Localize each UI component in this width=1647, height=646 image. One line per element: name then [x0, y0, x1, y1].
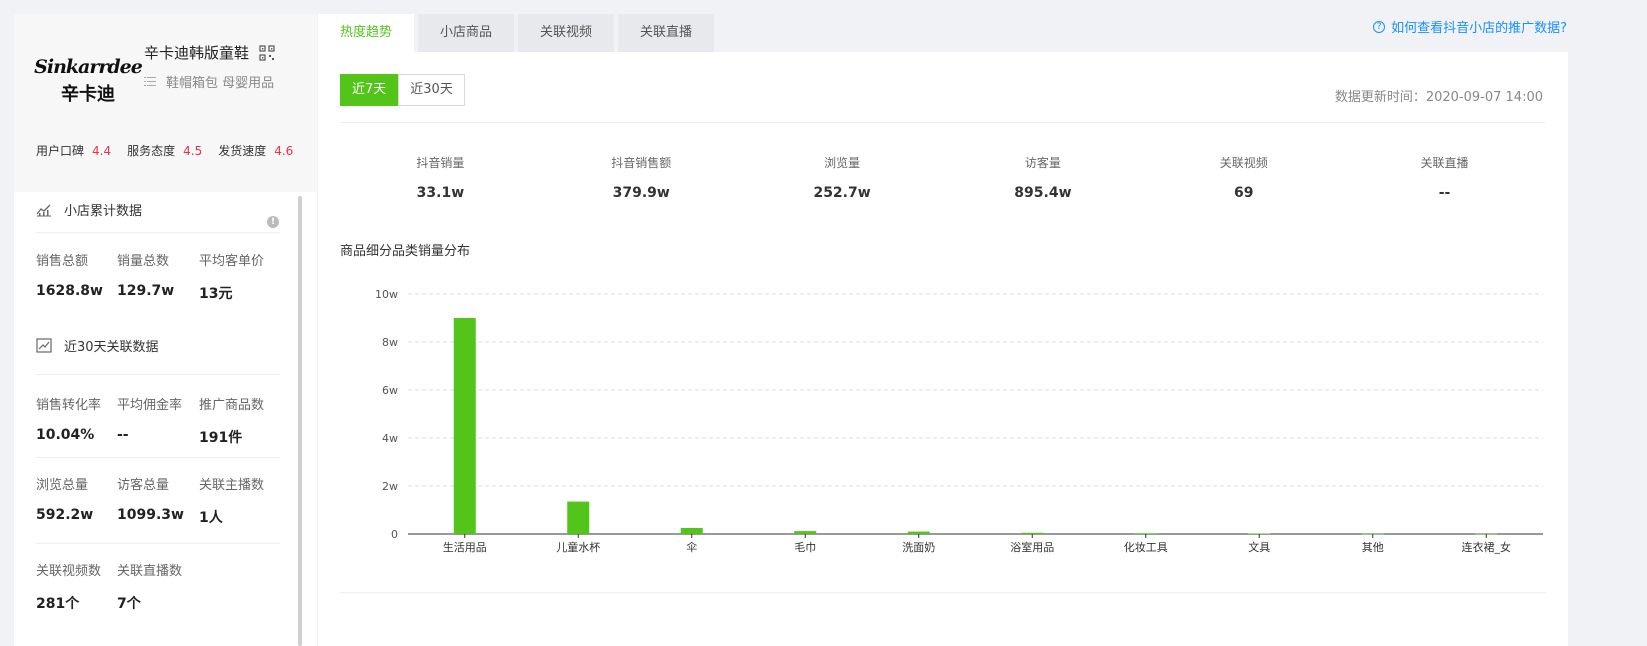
x-tick-label: 化妆工具 — [1124, 540, 1168, 554]
bar[interactable] — [680, 528, 703, 534]
metric-total-views: 浏览总量 592.2w — [36, 478, 94, 523]
metric-videos: 关联视频数 281个 — [36, 564, 102, 612]
category-bar-chart: 0 2w 4w 6w 8w 10w 生活用品 儿童水杯 伞 毛巾 洗面奶 浴室用品 化妆工具 文具 其他 连衣… — [375, 288, 1543, 554]
x-tick-label: 连衣裙_女 — [1462, 540, 1512, 554]
help-link[interactable]: ? 如何查看抖音小店的推广数据? — [1373, 17, 1567, 36]
cumulative-section-title: 小店累计数据 — [36, 200, 142, 219]
trend-box-icon — [36, 338, 52, 353]
x-tick-label: 生活用品 — [443, 540, 487, 554]
sidebar-scrollbar[interactable] — [298, 196, 302, 646]
metric-total-visitors: 访客总量 1099.3w — [117, 478, 184, 523]
y-tick-label: 2w — [382, 480, 398, 493]
tab-trend[interactable]: 热度趋势 — [318, 14, 415, 52]
cumulative-title-text: 小店累计数据 — [64, 204, 143, 219]
y-tick-label: 0 — [391, 528, 398, 541]
info-icon[interactable]: ! — [267, 216, 279, 228]
shop-ratings: 用户口碑 4.4 服务态度 4.5 发货速度 4.6 — [36, 142, 293, 159]
y-tick-label: 4w — [382, 432, 398, 445]
tab-products[interactable]: 小店商品 — [418, 14, 515, 52]
rating-service: 服务态度 4.5 — [127, 144, 203, 158]
y-tick-label: 10w — [375, 288, 398, 301]
x-tick-label: 伞 — [686, 540, 697, 554]
rating-delivery: 发货速度 4.6 — [218, 144, 294, 158]
shop-logo: Sinkarrdee 辛卡迪 — [34, 44, 143, 118]
main-tabs: 热度趋势 小店商品 关联视频 关联直播 — [318, 14, 715, 52]
chart-trend-icon — [36, 204, 51, 216]
x-tick-label: 文具 — [1248, 540, 1270, 554]
shop-name: 辛卡迪韩版童鞋 — [144, 42, 275, 63]
shop-categories: 鞋帽箱包 母婴用品 — [144, 72, 274, 91]
question-icon: ? — [1373, 20, 1386, 33]
list-icon — [144, 77, 156, 86]
metric-anchors: 关联主播数 1人 — [199, 478, 265, 526]
logo-text-cn: 辛卡迪 — [61, 84, 115, 105]
bar[interactable] — [567, 501, 590, 534]
metric-conversion: 销售转化率 10.04% — [36, 398, 102, 443]
y-tick-label: 6w — [382, 384, 398, 397]
tab-live[interactable]: 关联直播 — [618, 14, 715, 52]
divider — [340, 592, 1545, 593]
bar[interactable] — [453, 318, 476, 534]
x-tick-label: 其他 — [1362, 541, 1384, 554]
rating-reputation: 用户口碑 4.4 — [36, 144, 112, 158]
divider — [36, 374, 280, 375]
logo-text-en: Sinkarrdee — [34, 56, 143, 78]
recent30-title-text: 近30天关联数据 — [64, 340, 159, 355]
metric-avg-price: 平均客单价 13元 — [199, 254, 265, 302]
recent30-section-title: 近30天关联数据 — [36, 336, 159, 355]
metric-promoted-products: 推广商品数 191件 — [199, 398, 265, 446]
x-tick-label: 儿童水杯 — [556, 540, 600, 554]
divider — [36, 543, 280, 544]
bar[interactable] — [794, 531, 817, 534]
metric-lives: 关联直播数 7个 — [117, 564, 183, 612]
x-tick-label: 毛巾 — [794, 540, 816, 554]
x-tick-label: 洗面奶 — [902, 540, 935, 554]
divider — [36, 232, 280, 233]
main-panel: 近7天 近30天 数据更新时间：2020-09-07 14:00 抖音销量 33.… — [318, 52, 1568, 646]
shop-sidebar: Sinkarrdee 辛卡迪 辛卡迪韩版童鞋 鞋帽箱包 母婴用品 用户口碑 4.… — [14, 14, 317, 646]
qr-code-icon[interactable] — [259, 44, 275, 61]
bar[interactable] — [1248, 533, 1271, 535]
metric-total-volume: 销量总数 129.7w — [117, 254, 175, 299]
bar[interactable] — [1021, 532, 1044, 534]
x-tick-label: 浴室用品 — [1010, 540, 1054, 554]
help-link-text[interactable]: 如何查看抖音小店的推广数据? — [1391, 17, 1567, 36]
shop-header: Sinkarrdee 辛卡迪 辛卡迪韩版童鞋 鞋帽箱包 母婴用品 用户口碑 4.… — [14, 14, 317, 192]
bar[interactable] — [907, 531, 930, 534]
y-tick-label: 8w — [382, 336, 398, 349]
metric-total-sales: 销售总额 1628.8w — [36, 254, 103, 299]
divider — [36, 457, 280, 458]
tab-videos[interactable]: 关联视频 — [518, 14, 615, 52]
metric-commission: 平均佣金率 -- — [117, 398, 183, 443]
shop-categories-text: 鞋帽箱包 母婴用品 — [166, 76, 275, 91]
shop-name-text: 辛卡迪韩版童鞋 — [144, 44, 250, 62]
bar[interactable] — [1134, 533, 1157, 534]
